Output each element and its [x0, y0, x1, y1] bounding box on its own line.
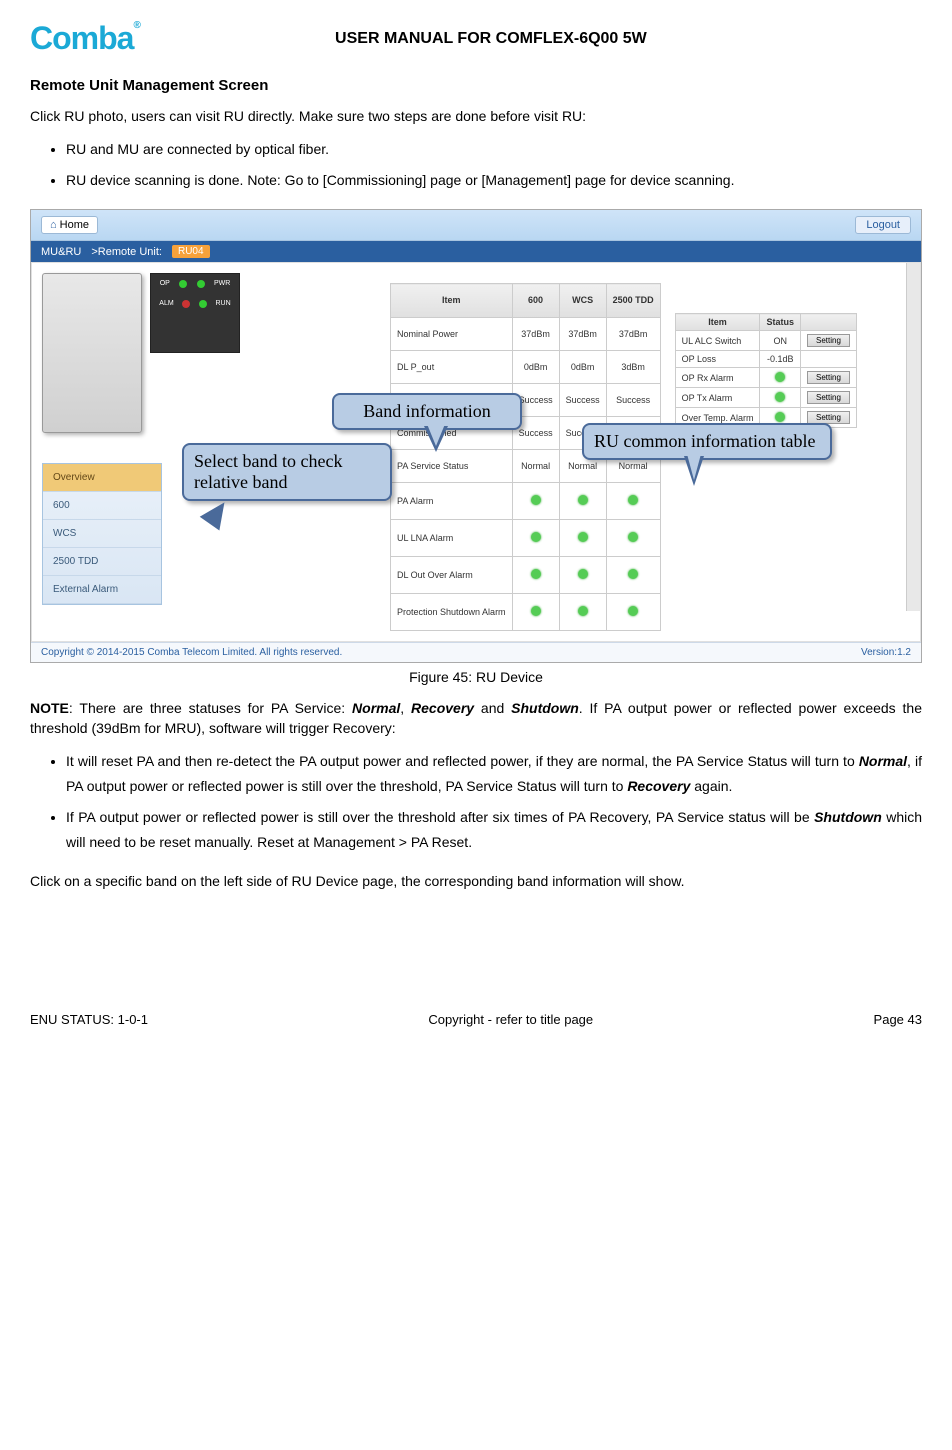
logout-button[interactable]: Logout	[855, 216, 911, 234]
callout-band-info: Band information	[332, 393, 522, 430]
crumb-root[interactable]: MU&RU	[41, 246, 81, 258]
app-footer: Copyright © 2014-2015 Comba Telecom Limi…	[31, 642, 921, 662]
sidebar-item-overview[interactable]: Overview	[43, 464, 161, 492]
table-header: WCS	[559, 284, 606, 317]
closing-paragraph: Click on a specific band on the left sid…	[30, 871, 922, 892]
status-ok-icon	[531, 495, 541, 505]
ru-status-table: ItemStatusUL ALC SwitchONSettingOP Loss-…	[675, 313, 857, 428]
table-row: UL LNA Alarm	[391, 520, 661, 557]
setting-button[interactable]: Setting	[807, 391, 850, 404]
table-row: DL Out Over Alarm	[391, 557, 661, 594]
setting-button[interactable]: Setting	[807, 371, 850, 384]
crumb-current: >Remote Unit:	[91, 246, 162, 258]
footer-right: Page 43	[874, 1012, 922, 1027]
prerequisite-list: RU and MU are connected by optical fiber…	[66, 137, 922, 193]
app-screenshot: Home Logout MU&RU >Remote Unit: RU04 OPP…	[30, 209, 922, 663]
page-header: Comba® USER MANUAL FOR COMFLEX-6Q00 5W	[30, 20, 922, 57]
table-header	[801, 314, 857, 331]
list-item: It will reset PA and then re-detect the …	[66, 749, 922, 799]
copyright-text: Copyright © 2014-2015 Comba Telecom Limi…	[41, 647, 342, 658]
note-paragraph: NOTE: There are three statuses for PA Se…	[30, 699, 922, 738]
list-item: RU and MU are connected by optical fiber…	[66, 137, 922, 162]
led-panel: OPPWR ALMRUN	[150, 273, 240, 353]
scrollbar[interactable]	[906, 263, 920, 611]
status-ok-icon	[775, 392, 785, 402]
status-ok-icon	[578, 606, 588, 616]
sidebar-item-2500-tdd[interactable]: 2500 TDD	[43, 548, 161, 576]
note-list: It will reset PA and then re-detect the …	[66, 749, 922, 856]
status-ok-icon	[775, 412, 785, 422]
setting-button[interactable]: Setting	[807, 334, 850, 347]
status-ok-icon	[628, 569, 638, 579]
led-run-icon	[199, 300, 207, 308]
status-ok-icon	[628, 606, 638, 616]
table-header: Status	[760, 314, 801, 331]
callout-select-band: Select band to check relative band	[182, 443, 392, 501]
footer-left: ENU STATUS: 1-0-1	[30, 1012, 148, 1027]
status-ok-icon	[578, 495, 588, 505]
sidebar-item-600[interactable]: 600	[43, 492, 161, 520]
app-topbar: Home Logout	[31, 210, 921, 241]
ru-device-photo[interactable]	[42, 273, 142, 433]
table-row: OP Tx AlarmSetting	[675, 388, 856, 408]
table-header: Item	[675, 314, 760, 331]
ru-badge: RU04	[172, 245, 210, 258]
status-ok-icon	[628, 495, 638, 505]
callout-common-info: RU common information table	[582, 423, 832, 460]
app-content: OPPWR ALMRUN Overview600WCS2500 TDDExter…	[31, 262, 921, 642]
table-row: OP Rx AlarmSetting	[675, 368, 856, 388]
table-row: PA Alarm	[391, 483, 661, 520]
sidebar-item-external-alarm[interactable]: External Alarm	[43, 576, 161, 604]
table-row: OP Loss-0.1dB	[675, 351, 856, 368]
page-footer: ENU STATUS: 1-0-1 Copyright - refer to t…	[30, 1012, 922, 1027]
table-header: 600	[512, 284, 559, 317]
status-ok-icon	[531, 569, 541, 579]
led-op-icon	[179, 280, 187, 288]
table-header: Item	[391, 284, 513, 317]
list-item: RU device scanning is done. Note: Go to …	[66, 168, 922, 193]
breadcrumb: MU&RU >Remote Unit: RU04	[31, 241, 921, 262]
band-sidebar: Overview600WCS2500 TDDExternal Alarm	[42, 463, 162, 605]
status-ok-icon	[531, 606, 541, 616]
status-ok-icon	[775, 372, 785, 382]
list-item: If PA output power or reflected power is…	[66, 805, 922, 855]
led-pwr-icon	[197, 280, 205, 288]
status-ok-icon	[578, 569, 588, 579]
table-row: UL ALC SwitchONSetting	[675, 331, 856, 351]
table-row: Nominal Power37dBm37dBm37dBm	[391, 317, 661, 350]
home-button[interactable]: Home	[41, 216, 98, 234]
section-title: Remote Unit Management Screen	[30, 77, 922, 94]
table-row: Protection Shutdown Alarm	[391, 594, 661, 631]
status-ok-icon	[531, 532, 541, 542]
status-ok-icon	[578, 532, 588, 542]
version-text: Version:1.2	[861, 647, 911, 658]
intro-paragraph: Click RU photo, users can visit RU direc…	[30, 106, 922, 127]
status-ok-icon	[628, 532, 638, 542]
table-header: 2500 TDD	[606, 284, 660, 317]
table-row: DL P_out0dBm0dBm3dBm	[391, 350, 661, 383]
footer-center: Copyright - refer to title page	[428, 1012, 593, 1027]
led-alm-icon	[182, 300, 190, 308]
figure-caption: Figure 45: RU Device	[30, 669, 922, 685]
sidebar-item-wcs[interactable]: WCS	[43, 520, 161, 548]
manual-title: USER MANUAL FOR COMFLEX-6Q00 5W	[60, 30, 922, 48]
